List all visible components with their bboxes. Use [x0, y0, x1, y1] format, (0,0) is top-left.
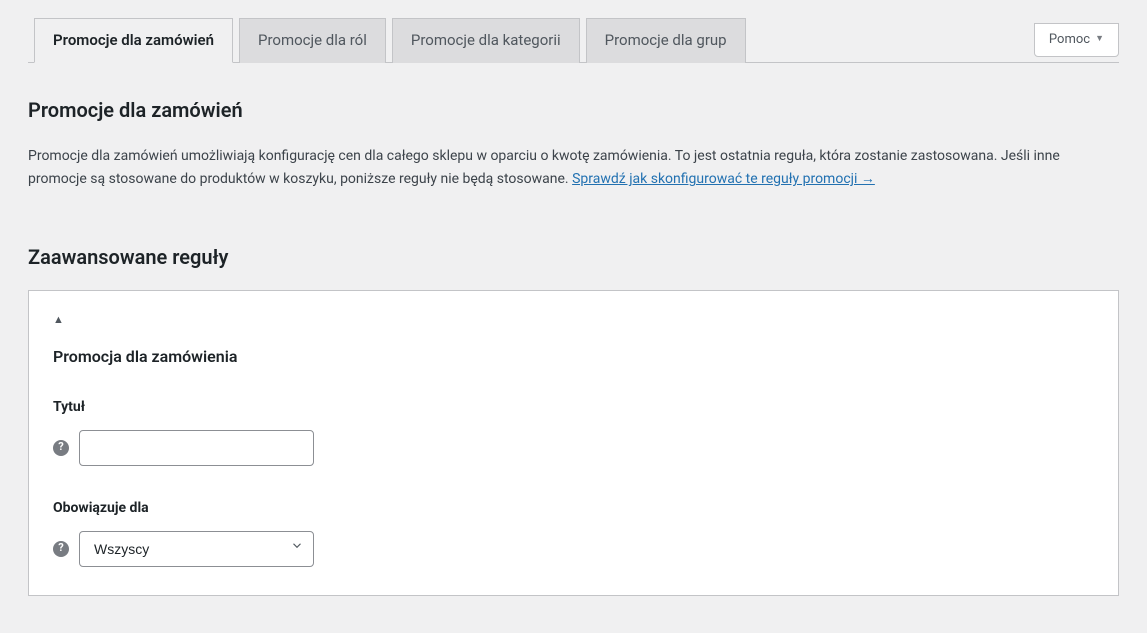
tab-group-promotions[interactable]: Promocje dla grup [586, 18, 746, 63]
field-applies-to-label: Obowiązuje dla [53, 498, 1094, 519]
tab-label: Promocje dla zamówień [53, 31, 214, 49]
field-title-label: Tytuł [53, 397, 1094, 418]
applies-to-select[interactable]: Wszyscy [79, 531, 314, 567]
title-input[interactable] [79, 430, 314, 466]
tab-label: Promocje dla grup [605, 31, 727, 49]
applies-to-select-wrapper: Wszyscy [79, 531, 314, 567]
tab-label: Promocje dla kategorii [411, 31, 561, 49]
docs-link[interactable]: Sprawdź jak skonfigurować te reguły prom… [572, 171, 875, 187]
chevron-down-icon: ▼ [1095, 33, 1104, 47]
help-icon[interactable]: ? [53, 541, 69, 557]
help-button[interactable]: Pomoc ▼ [1034, 23, 1119, 57]
help-icon[interactable]: ? [53, 440, 69, 456]
page-description: Promocje dla zamówień umożliwiają konfig… [28, 145, 1119, 193]
tab-category-promotions[interactable]: Promocje dla kategorii [392, 18, 580, 63]
collapse-icon[interactable]: ▲ [53, 312, 64, 329]
field-applies-to-group: Obowiązuje dla ? Wszyscy [53, 498, 1094, 567]
tab-label: Promocje dla ról [258, 31, 367, 49]
rule-title: Promocja dla zamówienia [53, 345, 1094, 369]
advanced-rules-title: Zaawansowane reguły [28, 242, 1119, 272]
page-title: Promocje dla zamówień [28, 95, 1119, 125]
help-button-label: Pomoc [1049, 30, 1090, 50]
tabs-navigation: Promocje dla zamówień Promocje dla ról P… [28, 18, 1119, 63]
rule-panel: ▲ Promocja dla zamówienia Tytuł ? Obowią… [28, 290, 1119, 596]
tab-role-promotions[interactable]: Promocje dla ról [239, 18, 386, 63]
tab-order-promotions[interactable]: Promocje dla zamówień [34, 18, 233, 63]
field-title-group: Tytuł ? [53, 397, 1094, 466]
description-text: Promocje dla zamówień umożliwiają konfig… [28, 148, 1060, 188]
